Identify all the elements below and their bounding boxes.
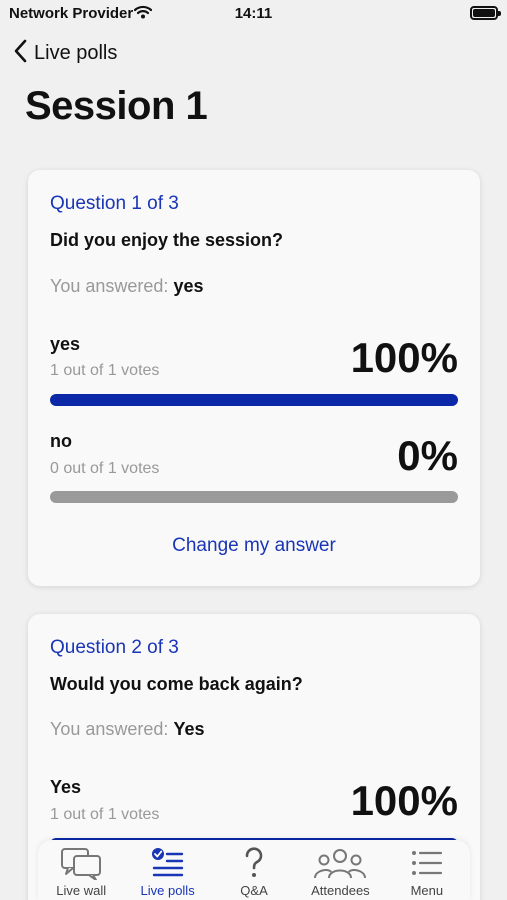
result-bar-fill xyxy=(50,394,458,406)
your-answer: You answered: yes xyxy=(50,276,204,297)
option-votes: 1 out of 1 votes xyxy=(50,362,160,379)
battery-icon xyxy=(470,6,501,20)
question-text: Did you enjoy the session? xyxy=(50,230,284,250)
option-votes: 0 out of 1 votes xyxy=(50,460,160,477)
option-percent: 0% xyxy=(397,432,458,479)
tab-label: Menu xyxy=(410,883,444,898)
tab-label: Attendees xyxy=(311,883,370,898)
tab-attendees[interactable]: Attendees xyxy=(297,840,383,900)
option-label: no xyxy=(50,431,72,451)
page-title: Session 1 xyxy=(25,84,208,128)
change-answer-button[interactable]: Change my answer xyxy=(28,535,480,557)
result-bar xyxy=(50,491,458,503)
tab-live-wall[interactable]: Live wall xyxy=(38,840,124,900)
option-label: yes xyxy=(50,334,81,354)
tab-qa[interactable]: Q&A xyxy=(211,840,297,900)
poll-list-icon xyxy=(151,846,185,885)
chevron-left-icon xyxy=(14,39,28,68)
chat-bubbles-icon xyxy=(59,846,103,885)
question-number: Question 1 of 3 xyxy=(50,193,179,214)
status-bar: Network Provider 14:11 xyxy=(0,0,507,28)
option-percent: 100% xyxy=(350,334,458,381)
your-answer-value: Yes xyxy=(173,719,205,739)
status-time: 14:11 xyxy=(234,5,273,22)
option-votes: 1 out of 1 votes xyxy=(50,806,160,823)
your-answer: You answered: Yes xyxy=(50,719,205,740)
tab-label: Live polls xyxy=(140,883,195,898)
your-answer-label: You answered: xyxy=(50,276,169,296)
question-mark-icon xyxy=(242,846,266,885)
tab-live-polls[interactable]: Live polls xyxy=(124,840,210,900)
tab-label: Live wall xyxy=(56,883,107,898)
tab-label: Q&A xyxy=(240,883,268,898)
your-answer-label: You answered: xyxy=(50,719,169,739)
result-bar xyxy=(50,394,458,406)
back-button[interactable]: Live polls xyxy=(14,38,117,68)
option-percent: 100% xyxy=(350,777,458,824)
tab-bar: Live wall Live polls Q&A Attendees Menu xyxy=(38,840,470,900)
people-icon xyxy=(313,846,367,885)
back-button-label: Live polls xyxy=(34,41,118,64)
option-label: Yes xyxy=(50,777,82,797)
poll-card: Question 1 of 3 Did you enjoy the sessio… xyxy=(28,170,480,586)
your-answer-value: yes xyxy=(173,276,204,296)
question-number: Question 2 of 3 xyxy=(50,637,179,658)
tab-menu[interactable]: Menu xyxy=(384,840,470,900)
question-text: Would you come back again? xyxy=(50,674,303,694)
menu-list-icon xyxy=(410,846,444,885)
